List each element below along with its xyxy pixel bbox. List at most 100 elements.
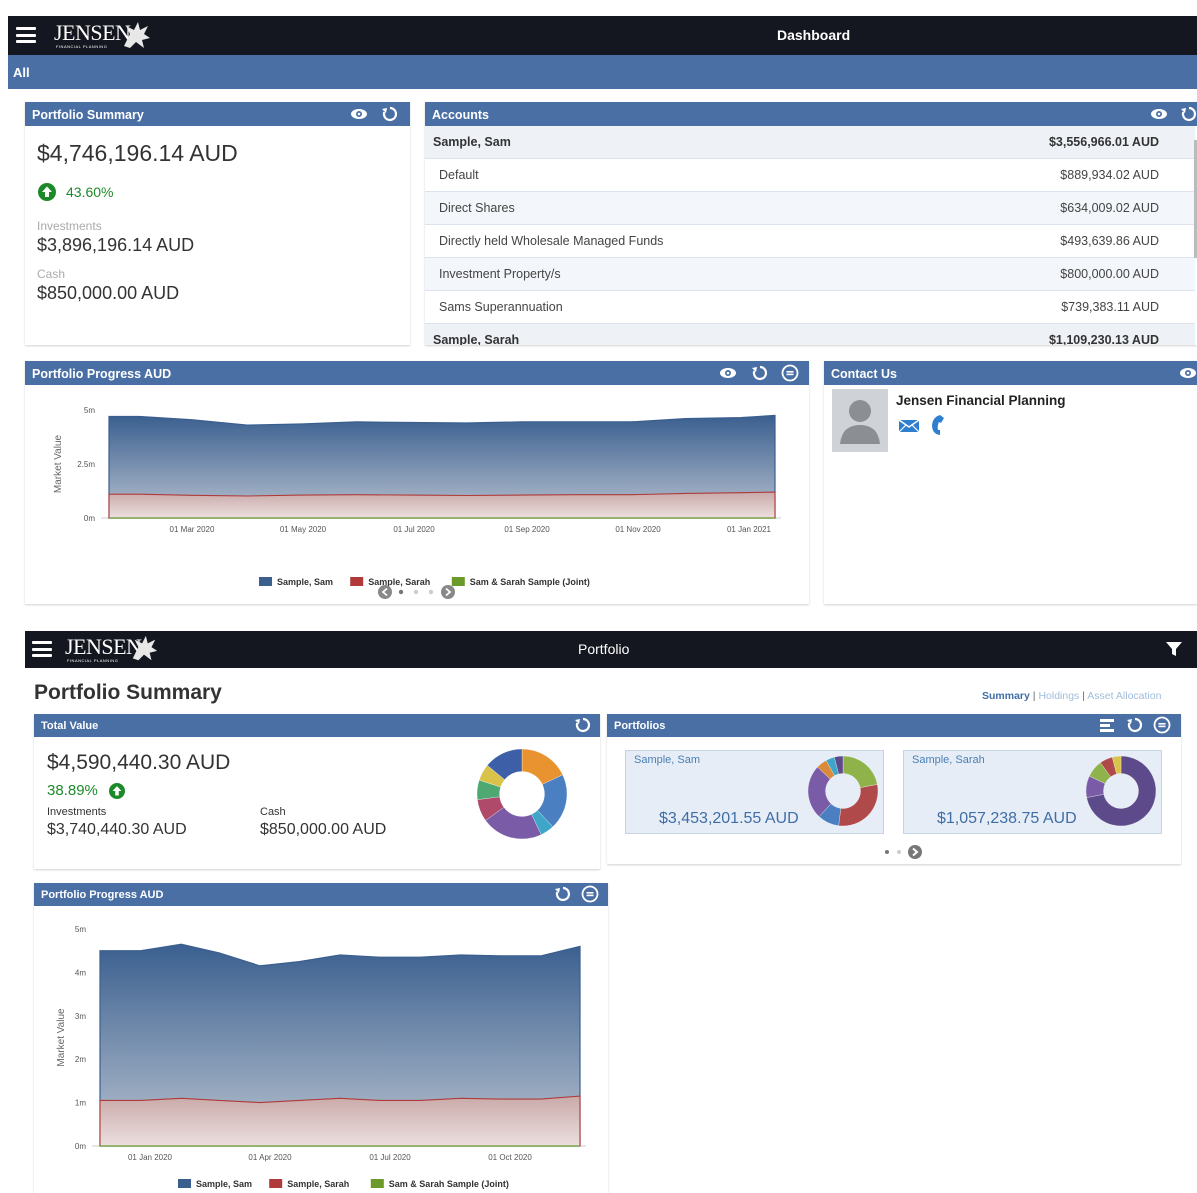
legend-swatch bbox=[178, 1179, 191, 1188]
portfolio-card-value: $3,453,201.55 AUD bbox=[659, 810, 799, 827]
nav-summary[interactable]: Summary bbox=[982, 690, 1030, 702]
pagination-dot bbox=[398, 589, 404, 595]
legend-swatch bbox=[259, 577, 272, 586]
investments-value: $3,896,196.14 AUD bbox=[37, 235, 195, 255]
account-row[interactable]: Directly held Wholesale Managed Funds $49… bbox=[425, 225, 1195, 258]
portfolio-total: $4,746,196.14 AUD bbox=[37, 140, 238, 166]
legend-swatch bbox=[370, 1179, 384, 1188]
portfolios-panel: Portfolios Sample, Sam $3,453,201.55 AUD… bbox=[607, 714, 1181, 864]
eye-icon[interactable] bbox=[1150, 105, 1168, 123]
pagination-dot bbox=[428, 589, 434, 595]
x-tick-label: 01 Oct 2020 bbox=[488, 1153, 532, 1162]
prev-page-icon bbox=[378, 585, 392, 599]
legend-label: Sample, Sam bbox=[277, 577, 333, 587]
legend-label: Sam & Sarah Sample (Joint) bbox=[389, 1179, 509, 1189]
portfolio-progress-panel-2: Portfolio Progress AUD 0m 1m 2m 3m 4m 5m Marke… bbox=[34, 883, 608, 1193]
avatar bbox=[832, 389, 888, 452]
minimize-icon[interactable] bbox=[581, 885, 599, 903]
cash-label: Cash bbox=[260, 806, 286, 818]
account-name: Directly held Wholesale Managed Funds bbox=[439, 234, 664, 248]
account-value: $634,009.02 AUD bbox=[1060, 201, 1159, 215]
nav-asset-allocation[interactable]: Asset Allocation bbox=[1087, 690, 1161, 702]
next-page-icon bbox=[441, 585, 455, 599]
pagination bbox=[378, 585, 455, 599]
contact-name: Jensen Financial Planning bbox=[896, 393, 1066, 408]
portfolio-card-sam[interactable]: Sample, Sam $3,453,201.55 AUD bbox=[625, 750, 884, 834]
account-row[interactable]: Sams Superannuation $739,383.11 AUD bbox=[425, 291, 1195, 324]
refresh-icon[interactable] bbox=[554, 885, 572, 903]
nav-holdings[interactable]: Holdings bbox=[1038, 690, 1079, 702]
email-icon[interactable] bbox=[898, 419, 920, 433]
portfolio-progress-chart: 0m 1m 2m 3m 4m 5m Market Value 01 Jan 2020 01 Ap… bbox=[56, 925, 586, 1189]
minimize-icon[interactable] bbox=[781, 364, 799, 382]
legend-swatch bbox=[451, 577, 465, 586]
filter-all-label[interactable]: All bbox=[13, 65, 30, 80]
account-name: Default bbox=[439, 168, 479, 182]
account-value: $739,383.11 AUD bbox=[1061, 300, 1159, 314]
total-value-amount: $4,590,440.30 AUD bbox=[47, 751, 231, 774]
account-row[interactable]: Direct Shares $634,009.02 AUD bbox=[425, 192, 1195, 225]
refresh-icon[interactable] bbox=[1180, 105, 1197, 123]
pagination-dot[interactable] bbox=[885, 850, 889, 854]
portfolio-summary-panel: Portfolio Summary $4,746,196.14 AUD 43.6… bbox=[25, 102, 410, 345]
y-tick-label: 2m bbox=[75, 1055, 86, 1064]
account-row[interactable]: Investment Property/s $800,000.00 AUD bbox=[425, 258, 1195, 291]
panel-title: Portfolio Progress AUD bbox=[41, 889, 164, 901]
filter-icon[interactable] bbox=[1165, 640, 1183, 658]
account-value: $493,639.86 AUD bbox=[1060, 234, 1159, 248]
up-arrow-icon bbox=[38, 183, 56, 201]
portfolio-card-donut-chart bbox=[1085, 755, 1157, 827]
x-tick-label: 01 Jul 2020 bbox=[369, 1153, 411, 1162]
menu-icon[interactable] bbox=[16, 27, 36, 43]
portfolio-card-sarah[interactable]: Sample, Sarah $1,057,238.75 AUD bbox=[903, 750, 1162, 834]
page-title: Dashboard bbox=[777, 27, 851, 43]
investments-label: Investments bbox=[37, 219, 102, 233]
contact-panel: Contact Us Jensen Financial Planning bbox=[824, 361, 1197, 604]
total-value-panel: Total Value $4,590,440.30 AUD 38.89% Inv… bbox=[34, 714, 600, 869]
eye-icon[interactable] bbox=[719, 364, 737, 382]
refresh-icon[interactable] bbox=[1126, 716, 1144, 734]
minimize-icon[interactable] bbox=[1153, 716, 1171, 734]
y-tick-label: 4m bbox=[75, 968, 86, 977]
account-name: Sams Superannuation bbox=[439, 300, 563, 314]
account-group-row[interactable]: Sample, Sarah $1,109,230.13 AUD bbox=[425, 324, 1195, 345]
total-value-header: Total Value bbox=[34, 714, 600, 737]
account-row[interactable]: Default $889,934.02 AUD bbox=[425, 159, 1195, 192]
eye-icon[interactable] bbox=[350, 105, 368, 123]
x-tick-label: 01 Jan 2021 bbox=[727, 525, 772, 534]
refresh-icon[interactable] bbox=[381, 105, 399, 123]
logo-subtext: FINANCIAL PLANNING bbox=[67, 658, 119, 663]
view-nav: Summary | Holdings | Asset Allocation bbox=[982, 690, 1161, 702]
y-tick-label: 0m bbox=[75, 1142, 86, 1151]
refresh-icon[interactable] bbox=[574, 716, 592, 734]
investments-value: $3,740,440.30 AUD bbox=[47, 821, 187, 838]
portfolio-card-value: $1,057,238.75 AUD bbox=[937, 810, 1077, 827]
legend-label: Sample, Sam bbox=[196, 1179, 252, 1189]
y-tick-label: 0m bbox=[84, 514, 95, 523]
portfolio-progress-header: Portfolio Progress AUD bbox=[25, 361, 809, 385]
panel-title: Total Value bbox=[41, 720, 99, 732]
account-name: Investment Property/s bbox=[439, 267, 561, 281]
list-view-icon[interactable] bbox=[1098, 716, 1116, 734]
legend-label: Sam & Sarah Sample (Joint) bbox=[470, 577, 590, 587]
y-tick-label: 5m bbox=[84, 406, 95, 415]
x-tick-label: 01 Mar 2020 bbox=[170, 525, 215, 534]
refresh-icon[interactable] bbox=[751, 364, 769, 382]
menu-icon[interactable] bbox=[32, 641, 52, 657]
account-group-row[interactable]: Sample, Sam $3,556,966.01 AUD bbox=[425, 126, 1195, 159]
page-title: Portfolio bbox=[578, 641, 630, 657]
x-tick-label: 01 Sep 2020 bbox=[504, 525, 550, 534]
account-name: Sample, Sam bbox=[433, 135, 511, 149]
series-area-sample-sarah bbox=[99, 1095, 581, 1147]
eye-icon[interactable] bbox=[1179, 364, 1197, 382]
pagination-dot[interactable] bbox=[897, 850, 901, 854]
cash-value: $850,000.00 AUD bbox=[37, 283, 180, 303]
account-value: $800,000.00 AUD bbox=[1060, 267, 1159, 281]
x-tick-label: 01 Apr 2020 bbox=[248, 1153, 292, 1162]
next-page-icon[interactable] bbox=[908, 845, 922, 859]
legend-label: Sample, Sarah bbox=[368, 577, 430, 587]
investments-label: Investments bbox=[47, 806, 107, 818]
phone-icon[interactable] bbox=[928, 414, 946, 436]
dragon-emblem-icon bbox=[129, 634, 159, 664]
logo-text: JENSEN bbox=[54, 20, 131, 45]
